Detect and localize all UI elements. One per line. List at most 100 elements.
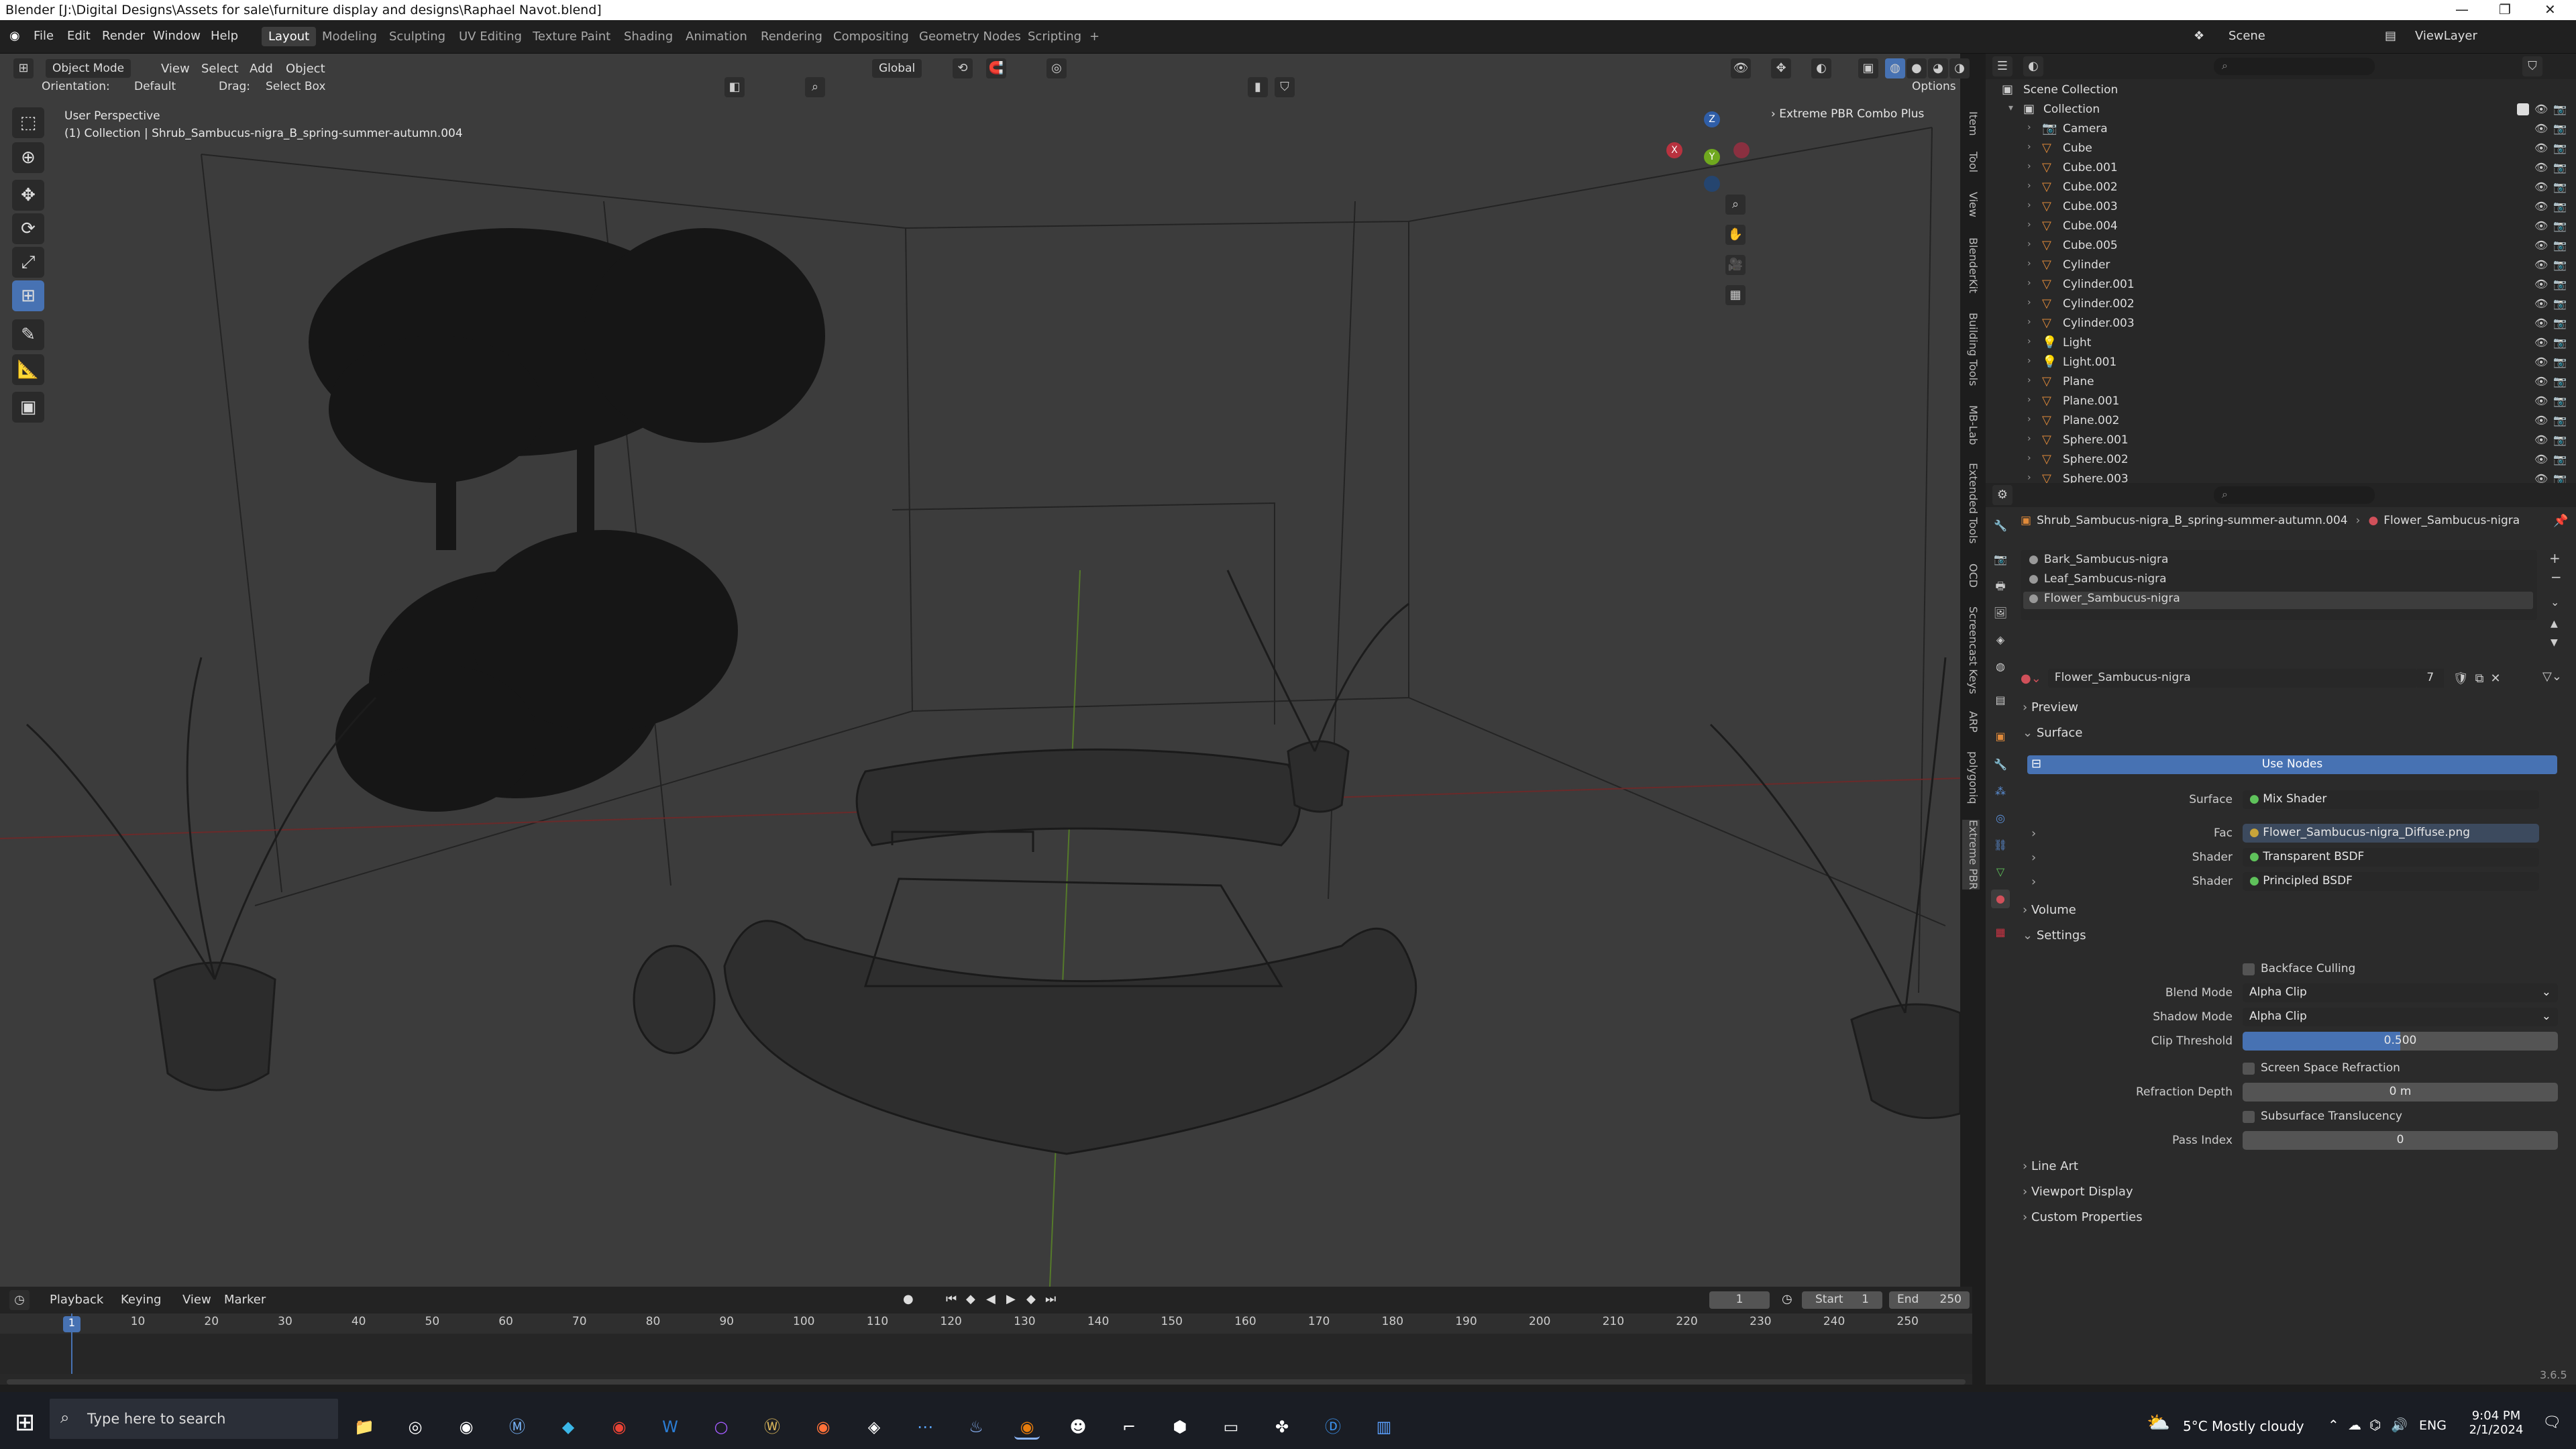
app-dots-icon[interactable]: ⋯: [912, 1414, 938, 1440]
word-icon[interactable]: W: [657, 1414, 683, 1440]
tab-shading[interactable]: Shading: [617, 27, 680, 46]
gizmo-x[interactable]: X: [1666, 142, 1682, 158]
material-tab-icon[interactable]: ●: [1991, 890, 2010, 908]
collection-tab-icon[interactable]: ▤: [1991, 691, 2010, 710]
add-slot-icon[interactable]: +: [2549, 550, 2561, 566]
expand-icon[interactable]: ›: [2027, 258, 2031, 269]
tool-tab-icon[interactable]: 🔧: [1991, 517, 2010, 535]
shader2-field[interactable]: ● Principled BSDF: [2243, 872, 2539, 891]
eye-icon[interactable]: 👁: [2534, 394, 2548, 407]
render-camera-icon[interactable]: 📷: [2553, 142, 2567, 154]
overlays-icon[interactable]: ◐: [1811, 58, 1831, 78]
navigation-gizmo[interactable]: Z X Y: [1664, 107, 1758, 195]
render-camera-icon[interactable]: 📷: [2553, 180, 2567, 193]
move-down-icon[interactable]: ▼: [2551, 637, 2558, 648]
scene-collection-row[interactable]: ▣ Scene Collection: [1986, 80, 2576, 100]
viewport-menu-object[interactable]: Object: [286, 62, 325, 76]
play-reverse-icon[interactable]: ◀: [986, 1292, 996, 1306]
panel-volume[interactable]: › Volume: [2023, 903, 2573, 926]
extreme-pbr-panel-toggle[interactable]: › Extreme PBR Combo Plus: [1771, 107, 1924, 121]
viewport-menu-select[interactable]: Select: [201, 62, 239, 76]
expand-icon[interactable]: ›: [2027, 317, 2031, 327]
panel-viewport-display[interactable]: › Viewport Display: [2023, 1185, 2573, 1208]
panel-settings[interactable]: ⌄ Settings: [2023, 928, 2573, 951]
use-nodes-button[interactable]: Use Nodes: [2027, 755, 2557, 774]
eye-icon[interactable]: 👁: [2534, 453, 2548, 466]
app-cloud-icon[interactable]: ◆: [555, 1414, 581, 1440]
side-tab-screencast-keys[interactable]: Screencast Keys: [1962, 606, 1980, 694]
prev-keyframe-icon[interactable]: ◆: [966, 1292, 975, 1306]
expand-icon[interactable]: ›: [2027, 278, 2031, 288]
add-workspace-button[interactable]: +: [1083, 27, 1106, 46]
timeline-tracks[interactable]: [0, 1334, 1972, 1374]
expand-icon[interactable]: ›: [2027, 142, 2031, 152]
menu-help[interactable]: Help: [211, 29, 238, 43]
data-tab-icon[interactable]: ▽: [1991, 863, 2010, 881]
render-camera-icon[interactable]: 📷: [2553, 200, 2567, 213]
xray-icon[interactable]: ▣: [1858, 58, 1878, 78]
eye-icon[interactable]: 👁: [2534, 356, 2548, 368]
tab-modeling[interactable]: Modeling: [315, 27, 384, 46]
gizmo-z[interactable]: Z: [1704, 111, 1720, 127]
eye-icon[interactable]: 👁: [2534, 161, 2548, 174]
volume-icon[interactable]: 🔊: [2391, 1417, 2408, 1433]
panel-line-art[interactable]: › Line Art: [2023, 1159, 2573, 1182]
render-camera-icon[interactable]: 📷: [2553, 317, 2567, 329]
pin-icon[interactable]: 📌: [2553, 514, 2568, 528]
render-camera-icon[interactable]: 📷: [2553, 122, 2567, 135]
eye-icon[interactable]: 👁: [2534, 219, 2548, 232]
gizmo-neg-z[interactable]: [1704, 176, 1720, 192]
panel-surface[interactable]: ⌄ Surface: [2023, 726, 2573, 749]
eye-icon[interactable]: 👁: [2534, 122, 2548, 135]
select-box-tool-icon[interactable]: ⬚: [12, 107, 44, 138]
surface-shader-field[interactable]: ● Mix Shader: [2243, 790, 2539, 809]
material-slot-active[interactable]: ● Flower_Sambucus-nigra: [2023, 592, 2533, 609]
timeline-editor-icon[interactable]: ◷: [9, 1290, 30, 1310]
outliner-item[interactable]: › 💡 Light 👁 📷: [1986, 333, 2576, 353]
render-camera-icon[interactable]: 📷: [2553, 239, 2567, 252]
timeline-menu-keying[interactable]: Keying: [121, 1293, 161, 1307]
wireframe-shading-icon[interactable]: ◍: [1885, 58, 1905, 78]
expand-icon[interactable]: ›: [2027, 394, 2031, 405]
eye-icon[interactable]: 👁: [2534, 142, 2548, 154]
physics-tab-icon[interactable]: ◎: [1991, 809, 2010, 828]
fake-user-icon[interactable]: 🛡: [2453, 672, 2469, 686]
render-camera-icon[interactable]: 📷: [2553, 258, 2567, 271]
snap-icon[interactable]: 🧲: [986, 58, 1006, 78]
slot-specials-icon[interactable]: ⌄: [2551, 596, 2559, 608]
side-tab-blenderkit[interactable]: BlenderKit: [1962, 237, 1980, 293]
outliner-item[interactable]: › 📷 Camera 👁 📷: [1986, 119, 2576, 139]
jump-end-icon[interactable]: ⏭: [1045, 1292, 1056, 1306]
material-slot[interactable]: ● Leaf_Sambucus-nigra: [2023, 572, 2533, 590]
browse-material-icon[interactable]: ●⌄: [2021, 672, 2041, 686]
app-m-icon[interactable]: Ⓜ: [504, 1414, 530, 1440]
viewport-menu-view[interactable]: View: [161, 62, 190, 76]
breadcrumb-material[interactable]: Flower_Sambucus-nigra: [2383, 514, 2520, 527]
solid-shading-icon[interactable]: ●: [1907, 58, 1927, 78]
expand-icon[interactable]: ›: [2027, 161, 2031, 172]
render-tab-icon[interactable]: 📷: [1991, 550, 2010, 569]
side-tab-ocd[interactable]: OCD: [1962, 564, 1980, 588]
network-icon[interactable]: ⌬: [2369, 1417, 2381, 1433]
outliner-item[interactable]: › ▽ Cube.002 👁 📷: [1986, 178, 2576, 197]
transform-orientation-selector[interactable]: Global: [872, 59, 922, 78]
panel-preview[interactable]: › Preview: [2023, 700, 2573, 723]
side-tab-item[interactable]: Item: [1962, 111, 1980, 136]
tray-chevron-icon[interactable]: ⌃: [2328, 1417, 2339, 1433]
side-tab-building-tools[interactable]: Building Tools: [1962, 313, 1980, 386]
outliner-item[interactable]: › ▽ Sphere.002 👁 📷: [1986, 450, 2576, 470]
taskbar-search-box[interactable]: ⌕ Type here to search: [50, 1399, 338, 1439]
move-up-icon[interactable]: ▲: [2551, 619, 2558, 629]
collection-checkbox[interactable]: [2517, 103, 2529, 115]
eye-icon[interactable]: 👁: [2534, 258, 2548, 271]
render-camera-icon[interactable]: 📷: [2553, 278, 2567, 290]
current-frame-field[interactable]: 1: [1709, 1291, 1770, 1309]
rotate-tool-icon[interactable]: ⟳: [12, 213, 44, 244]
view-layer-tab-icon[interactable]: 🖼: [1991, 604, 2010, 623]
gizmo-neg-x[interactable]: [1733, 142, 1750, 158]
language-indicator[interactable]: ENG: [2419, 1418, 2447, 1433]
app-flower-icon[interactable]: ✤: [1269, 1414, 1295, 1440]
clip-threshold-slider[interactable]: 0.500: [2243, 1032, 2558, 1051]
close-icon[interactable]: ✕: [2544, 1, 2556, 17]
eye-icon[interactable]: 👁: [2534, 317, 2548, 329]
